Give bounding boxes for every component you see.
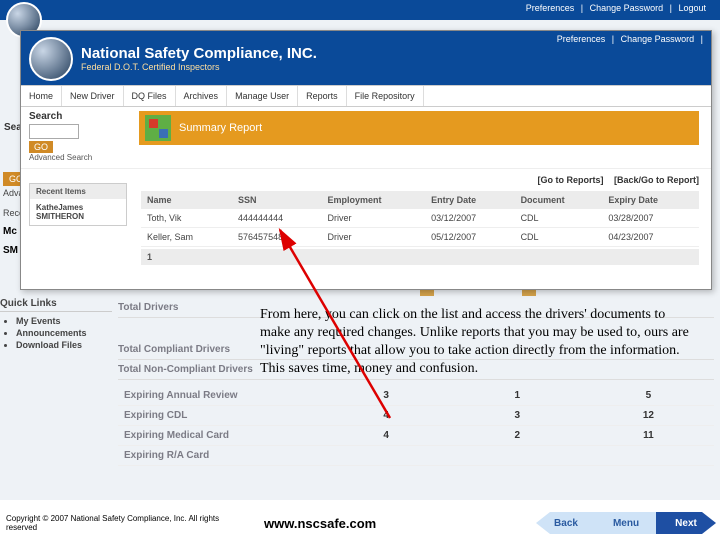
pager[interactable]: 1 [141,249,699,265]
win-subtitle: Federal D.O.T. Certified Inspectors [81,62,317,72]
go-to-reports-link[interactable]: [Go to Reports] [537,175,603,185]
win-chpw-link[interactable]: Change Password [617,34,699,44]
table-row[interactable]: Keller, Sam 576457548 Driver 05/12/2007 … [141,228,699,247]
cell: 12 [583,406,714,425]
explanation-text: From here, you can click on the list and… [260,306,690,378]
puzzle-icon [145,115,171,141]
col-document: Document [515,191,603,209]
search-input[interactable] [29,124,79,139]
quick-links-title: Quick Links [0,298,112,312]
footer: Copyright © 2007 National Safety Complia… [0,506,720,540]
chpw-link[interactable]: Change Password [586,3,668,13]
nav-reports[interactable]: Reports [298,86,347,106]
cell: 5 [583,386,714,405]
next-button[interactable]: Next [656,512,716,534]
row-label: Expiring Medical Card [118,426,321,445]
cell-ssn: 444444444 [232,209,322,228]
win-nav: Home New Driver DQ Files Archives Manage… [21,85,711,107]
ql-my-events[interactable]: My Events [16,316,112,326]
win-search-label: Search [29,111,129,122]
copyright-text: Copyright © 2007 National Safety Complia… [0,514,240,532]
cell-entry: 03/12/2007 [425,209,514,228]
search-band: Search GO Advanced Search Summary Report [21,107,711,169]
quick-links-panel: Quick Links My Events Announcements Down… [0,298,112,352]
driver-table: Name SSN Employment Entry Date Document … [141,191,699,247]
cell-ssn: 576457548 [232,228,322,247]
cell-name: Keller, Sam [141,228,232,247]
cell-name: Toth, Vik [141,209,232,228]
cell: 1 [452,386,583,405]
nav-new-driver[interactable]: New Driver [62,86,124,106]
col-expiry-date: Expiry Date [602,191,699,209]
expiry-row: Expiring R/A Card [118,446,714,466]
win-adv-link[interactable]: Advanced Search [29,153,129,162]
win-go-button[interactable]: GO [29,141,53,153]
recent-header: Recent Items [30,184,126,199]
ql-download-files[interactable]: Download Files [16,340,112,350]
cell-doc: CDL [515,228,603,247]
nav-archives[interactable]: Archives [176,86,228,106]
back-header: Preferences | Change Password | Logout [0,0,720,20]
expiry-row: Expiring Annual Review 3 1 5 [118,386,714,406]
menu-button[interactable]: Menu [596,512,656,534]
row-label: Expiring CDL [118,406,321,425]
col-entry-date: Entry Date [425,191,514,209]
col-name: Name [141,191,232,209]
summary-banner: Summary Report [139,111,699,145]
table-row[interactable]: Toth, Vik 444444444 Driver 03/12/2007 CD… [141,209,699,228]
cell [583,446,714,465]
back-go-to-report-link[interactable]: [Back/Go to Report] [614,175,699,185]
cell [452,446,583,465]
cell-doc: CDL [515,209,603,228]
recent-items-box: Recent Items KatheJames SMITHERON [29,183,127,226]
expiry-row: Expiring Medical Card 4 2 11 [118,426,714,446]
nav-home[interactable]: Home [21,86,62,106]
win-title: National Safety Compliance, INC. [81,45,317,62]
win-top-links: Preferences | Change Password | [545,31,711,47]
cell-emp: Driver [322,228,426,247]
cell-entry: 05/12/2007 [425,228,514,247]
cell-emp: Driver [322,209,426,228]
row-label: Expiring Annual Review [118,386,321,405]
cell: 4 [321,406,452,425]
expiry-row: Expiring CDL 4 3 12 [118,406,714,426]
nav-file-repository[interactable]: File Repository [347,86,424,106]
cell: 2 [452,426,583,445]
col-ssn: SSN [232,191,322,209]
popup-window: Preferences | Change Password | National… [20,30,712,290]
recent-item[interactable]: KatheJames SMITHERON [30,199,126,225]
nav-manage-user[interactable]: Manage User [227,86,298,106]
col-employment: Employment [322,191,426,209]
cell: 3 [321,386,452,405]
pref-link[interactable]: Preferences [522,3,579,13]
back-button[interactable]: Back [536,512,596,534]
cell: 3 [452,406,583,425]
logout-link[interactable]: Logout [674,3,710,13]
cell-exp: 03/28/2007 [602,209,699,228]
cell: 4 [321,426,452,445]
banner-text: Summary Report [179,122,262,134]
win-pref-link[interactable]: Preferences [553,34,610,44]
win-logo-icon [29,37,73,81]
expiry-table: Expiring Annual Review 3 1 5 Expiring CD… [118,386,714,466]
row-label: Expiring R/A Card [118,446,321,465]
footer-url[interactable]: www.nscsafe.com [240,516,536,531]
nav-dq-files[interactable]: DQ Files [124,86,176,106]
cell-exp: 04/23/2007 [602,228,699,247]
ql-announcements[interactable]: Announcements [16,328,112,338]
table-header-row: Name SSN Employment Entry Date Document … [141,191,699,209]
cell: 11 [583,426,714,445]
cell [321,446,452,465]
